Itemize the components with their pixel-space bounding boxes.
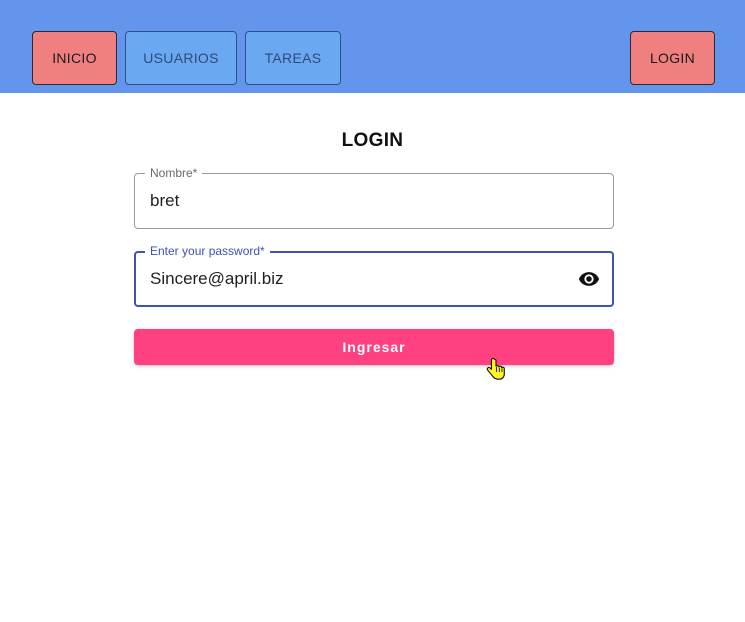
password-input[interactable]: Sincere@april.biz bbox=[150, 269, 283, 289]
ingresar-button[interactable]: Ingresar bbox=[134, 329, 614, 365]
name-input[interactable]: bret bbox=[150, 191, 179, 211]
password-field[interactable]: Enter your password* Sincere@april.biz bbox=[134, 244, 614, 307]
nav-login-button[interactable]: LOGIN bbox=[630, 31, 715, 85]
page-title: LOGIN bbox=[341, 130, 404, 151]
nav-usuarios-button[interactable]: USUARIOS bbox=[125, 31, 237, 85]
nav-tareas-button[interactable]: TAREAS bbox=[245, 31, 341, 85]
top-navbar: INICIO USUARIOS TAREAS LOGIN bbox=[0, 0, 745, 93]
name-field[interactable]: Nombre* bret bbox=[134, 166, 614, 229]
nav-inicio-button[interactable]: INICIO bbox=[32, 31, 117, 85]
password-field-label: Enter your password* bbox=[145, 244, 270, 258]
name-field-label: Nombre* bbox=[145, 166, 203, 180]
eye-icon[interactable] bbox=[576, 268, 602, 290]
